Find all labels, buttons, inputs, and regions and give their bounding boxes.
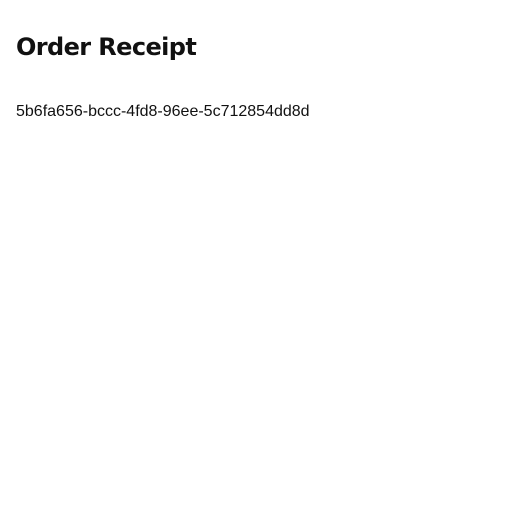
order-id: 5b6fa656-bccc-4fd8-96ee-5c712854dd8d	[16, 103, 310, 120]
order-receipt-page: Order Receipt 5b6fa656-bccc-4fd8-96ee-5c…	[0, 0, 512, 512]
page-title: Order Receipt	[16, 33, 197, 61]
